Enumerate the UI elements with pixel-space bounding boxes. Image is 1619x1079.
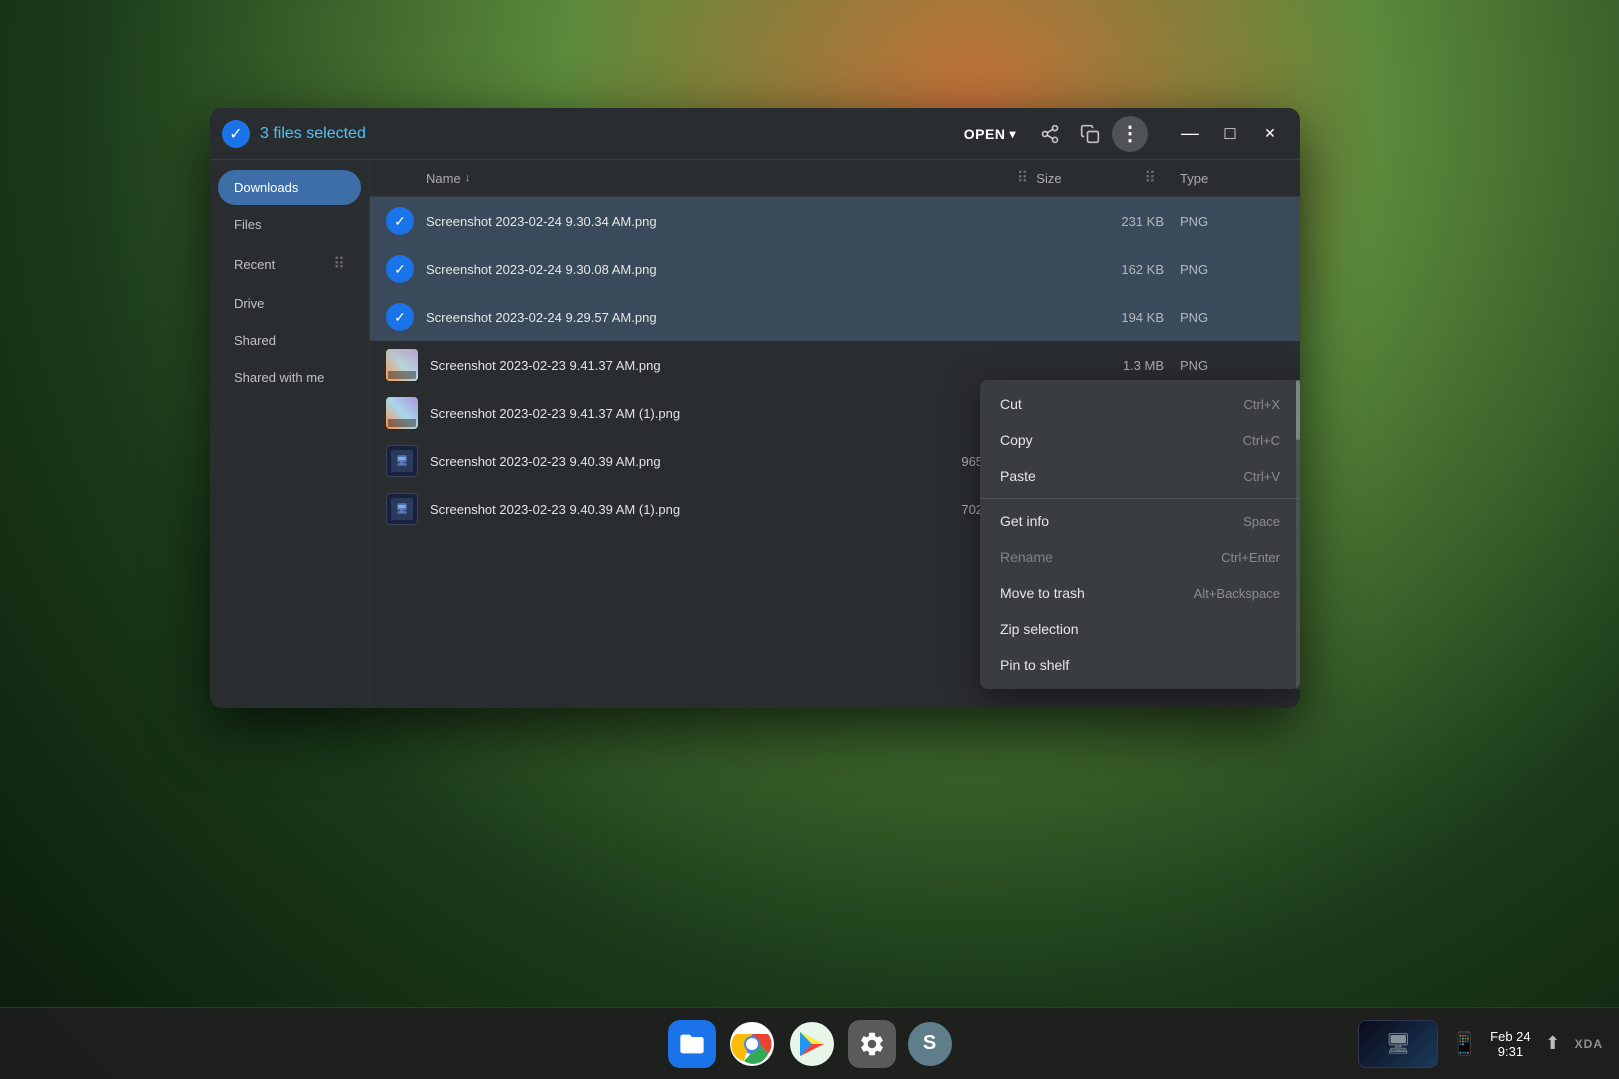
minimize-button[interactable]: — <box>1172 116 1208 152</box>
file-type: PNG <box>1164 262 1284 277</box>
context-menu-cut-shortcut: Ctrl+X <box>1244 397 1280 412</box>
file-name: Screenshot 2023-02-24 9.30.34 AM.png <box>426 214 1064 229</box>
file-name: Screenshot 2023-02-23 9.40.39 AM.png <box>430 454 904 469</box>
sidebar-item-recent[interactable]: Recent ⠿ <box>218 244 361 284</box>
context-menu-move-trash-shortcut: Alt+Backspace <box>1194 586 1280 601</box>
context-menu-cut-label: Cut <box>1000 396 1022 412</box>
context-menu-item-move-to-trash[interactable]: Move to trash Alt+Backspace <box>980 575 1300 611</box>
close-button[interactable]: ✕ <box>1252 116 1288 152</box>
file-name: Screenshot 2023-02-24 9.30.08 AM.png <box>426 262 1064 277</box>
file-name: Screenshot 2023-02-23 9.41.37 AM.png <box>430 358 1064 373</box>
file-manager-window: ✓ 3 files selected OPEN ▾ ⋮ <box>210 108 1300 708</box>
file-type: PNG <box>1164 310 1284 325</box>
column-header-size[interactable]: Size <box>1036 171 1136 186</box>
file-type: PNG <box>1164 214 1284 229</box>
context-menu-item-get-info[interactable]: Get info Space <box>980 503 1300 539</box>
file-name: Screenshot 2023-02-23 9.41.37 AM (1).png <box>430 406 1064 421</box>
taskbar-icon-files[interactable] <box>668 1020 716 1068</box>
window-body: Downloads Files Recent ⠿ Drive Shared Sh… <box>210 160 1300 708</box>
context-menu-item-pin-to-shelf[interactable]: Pin to shelf <box>980 647 1300 683</box>
tray-app-preview[interactable]: 🖥 <box>1358 1020 1438 1068</box>
title-bar: ✓ 3 files selected OPEN ▾ ⋮ <box>210 108 1300 160</box>
sidebar-item-shared-with-me[interactable]: Shared with me <box>218 360 361 395</box>
context-menu-get-info-shortcut: Space <box>1243 514 1280 529</box>
taskbar: S 🖥 📱 Feb 24 9:31 ⬆ XDA <box>0 1007 1619 1079</box>
selection-count-label: 3 files selected <box>260 125 366 143</box>
open-button[interactable]: OPEN ▾ <box>952 120 1028 148</box>
context-menu-item-cut[interactable]: Cut Ctrl+X <box>980 386 1300 422</box>
taskbar-icon-settings[interactable] <box>848 1020 896 1068</box>
selection-indicator: ✓ 3 files selected <box>222 120 366 148</box>
selection-check-icon: ✓ <box>222 120 250 148</box>
context-menu-paste-shortcut: Ctrl+V <box>1244 469 1280 484</box>
sidebar: Downloads Files Recent ⠿ Drive Shared Sh… <box>210 160 370 708</box>
scrollbar-thumb <box>1296 380 1300 440</box>
sort-icon: ↓ <box>465 172 471 184</box>
column-header-type[interactable]: Type <box>1164 171 1284 186</box>
open-dropdown-icon: ▾ <box>1009 127 1016 141</box>
taskbar-icon-profile[interactable]: S <box>908 1022 952 1066</box>
system-time: 9:31 <box>1498 1044 1523 1059</box>
table-row[interactable]: ✓ Screenshot 2023-02-24 9.30.08 AM.png 1… <box>370 245 1300 293</box>
title-bar-right: OPEN ▾ ⋮ — □ ✕ <box>952 116 1288 152</box>
system-date: Feb 24 <box>1490 1029 1530 1044</box>
maximize-button[interactable]: □ <box>1212 116 1248 152</box>
file-size: 162 KB <box>1064 262 1164 277</box>
context-menu-copy-label: Copy <box>1000 432 1033 448</box>
tray-phone-icon[interactable]: 📱 <box>1446 1026 1482 1062</box>
file-thumbnail <box>386 397 418 429</box>
file-checkbox-checked: ✓ <box>386 255 414 283</box>
copy-button[interactable] <box>1072 116 1108 152</box>
system-tray: 🖥 📱 Feb 24 9:31 ⬆ XDA <box>1358 1020 1603 1068</box>
file-thumbnail: 🖥 <box>386 445 418 477</box>
file-thumbnail <box>386 349 418 381</box>
taskbar-icon-chrome[interactable] <box>728 1020 776 1068</box>
context-menu-paste-label: Paste <box>1000 468 1036 484</box>
context-menu-zip-label: Zip selection <box>1000 621 1079 637</box>
context-menu-item-rename[interactable]: Rename Ctrl+Enter <box>980 539 1300 575</box>
context-menu-copy-shortcut: Ctrl+C <box>1243 433 1280 448</box>
share-button[interactable] <box>1032 116 1068 152</box>
file-name: Screenshot 2023-02-23 9.40.39 AM (1).png <box>430 502 904 517</box>
title-bar-left: ✓ 3 files selected <box>222 120 366 148</box>
tray-xda-icon: XDA <box>1575 1037 1603 1051</box>
sidebar-item-shared[interactable]: Shared <box>218 323 361 358</box>
more-options-button[interactable]: ⋮ <box>1112 116 1148 152</box>
sidebar-item-drive[interactable]: Drive <box>218 286 361 321</box>
sidebar-drag-handle-icon: ⠿ <box>333 254 345 274</box>
file-checkbox-checked: ✓ <box>386 303 414 331</box>
file-size: 231 KB <box>1064 214 1164 229</box>
column-headers: Name ↓ ⠿ Size ⠿ Type <box>370 160 1300 197</box>
file-size: 1.3 MB <box>1064 358 1164 373</box>
sidebar-item-downloads[interactable]: Downloads <box>218 170 361 205</box>
system-clock[interactable]: Feb 24 9:31 <box>1490 1029 1530 1059</box>
context-menu-get-info-label: Get info <box>1000 513 1049 529</box>
file-checkbox-checked: ✓ <box>386 207 414 235</box>
context-menu-item-paste[interactable]: Paste Ctrl+V <box>980 458 1300 494</box>
context-menu-move-trash-label: Move to trash <box>1000 585 1085 601</box>
context-menu-item-zip-selection[interactable]: Zip selection <box>980 611 1300 647</box>
column-resize-handle-2[interactable]: ⠿ <box>1136 168 1164 188</box>
scrollbar-track <box>1296 380 1300 689</box>
context-menu-item-copy[interactable]: Copy Ctrl+C <box>980 422 1300 458</box>
file-type: PNG <box>1164 358 1284 373</box>
context-menu: Cut Ctrl+X Copy Ctrl+C Paste Ctrl+V Get … <box>980 380 1300 689</box>
tray-upload-icon[interactable]: ⬆ <box>1539 1030 1567 1058</box>
context-menu-divider-1 <box>980 498 1300 499</box>
table-row[interactable]: ✓ Screenshot 2023-02-24 9.29.57 AM.png 1… <box>370 293 1300 341</box>
file-size: 194 KB <box>1064 310 1164 325</box>
context-menu-rename-label: Rename <box>1000 549 1053 565</box>
column-resize-handle-1[interactable]: ⠿ <box>1009 168 1037 188</box>
column-header-name[interactable]: Name ↓ <box>386 171 1009 186</box>
context-menu-rename-shortcut: Ctrl+Enter <box>1221 550 1280 565</box>
table-row[interactable]: ✓ Screenshot 2023-02-24 9.30.34 AM.png 2… <box>370 197 1300 245</box>
context-menu-pin-label: Pin to shelf <box>1000 657 1069 673</box>
taskbar-icon-play[interactable] <box>788 1020 836 1068</box>
file-thumbnail: 🖥 <box>386 493 418 525</box>
main-content: Name ↓ ⠿ Size ⠿ Type ✓ Screenshot 2023-0… <box>370 160 1300 708</box>
sidebar-item-files[interactable]: Files <box>218 207 361 242</box>
file-name: Screenshot 2023-02-24 9.29.57 AM.png <box>426 310 1064 325</box>
